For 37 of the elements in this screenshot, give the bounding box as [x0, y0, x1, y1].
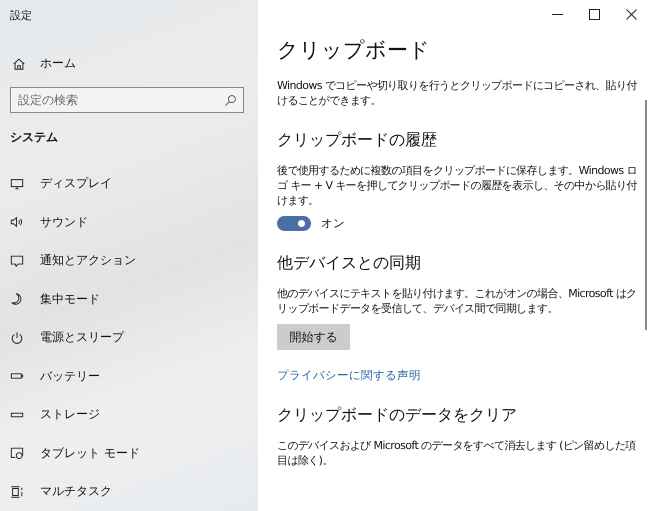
- section-heading: 他デバイスとの同期: [277, 253, 422, 274]
- description-text: 他のデバイスにテキストを貼り付けます。これがオンの場合、Microsoft はクリップボードデータを受信して、デバイス間で同期します。: [277, 286, 638, 316]
- speaker-icon: [10, 215, 24, 230]
- sidebar-item[interactable]: ディスプレイ: [0, 164, 258, 203]
- sidebar-item[interactable]: ストレージ: [0, 395, 258, 434]
- start-button[interactable]: 開始する: [277, 324, 350, 350]
- privacy-link[interactable]: プライバシーに関する声明: [277, 368, 421, 383]
- description-text: Windows でコピーや切り取りを行うとクリップボードにコピーされ、貼り付けることができます。: [277, 78, 638, 108]
- sidebar-item[interactable]: 電源とスリープ: [0, 318, 258, 357]
- sidebar-item[interactable]: マルチタスク: [0, 472, 258, 511]
- section-heading: クリップボードのデータをクリア: [277, 405, 518, 426]
- tablet-icon: [10, 446, 24, 460]
- close-icon: [626, 8, 637, 20]
- scrollbar[interactable]: [645, 100, 647, 330]
- section-heading: クリップボードの履歴: [277, 130, 438, 151]
- search-icon: [224, 94, 237, 108]
- moon-icon: [10, 292, 24, 306]
- page-title: クリップボード: [277, 37, 431, 64]
- search-field[interactable]: 設定の検索: [10, 87, 244, 114]
- maximize-icon: [589, 8, 600, 20]
- toggle-label: オン: [321, 216, 345, 231]
- description-text: このデバイスおよび Microsoft のデータをすべて消去します (ピン留めした項目は除く)。: [277, 438, 637, 468]
- section-heading: システム: [9, 129, 59, 146]
- window-title: 設定: [9, 8, 33, 24]
- sidebar-item[interactable]: 集中モード: [0, 280, 258, 318]
- message-icon: [10, 254, 24, 268]
- power-icon: [10, 330, 24, 345]
- home-link[interactable]: ホーム: [0, 52, 258, 76]
- sidebar-item[interactable]: サウンド: [0, 202, 258, 242]
- sidebar-item[interactable]: タブレット モード: [0, 434, 258, 472]
- toggle-switch[interactable]: [277, 216, 311, 231]
- monitor-icon: [10, 176, 24, 190]
- description-text: 後で使用するために複数の項目をクリップボードに保存します。Windows ロゴ キー + V キーを押してクリップボードの履歴を表示し、その中から貼り付けます。: [277, 163, 638, 208]
- sidebar-item[interactable]: 通知とアクション: [0, 241, 258, 280]
- sidebar-item[interactable]: バッテリー: [0, 356, 258, 396]
- home-icon: [12, 56, 26, 71]
- multitask-icon: [10, 484, 24, 499]
